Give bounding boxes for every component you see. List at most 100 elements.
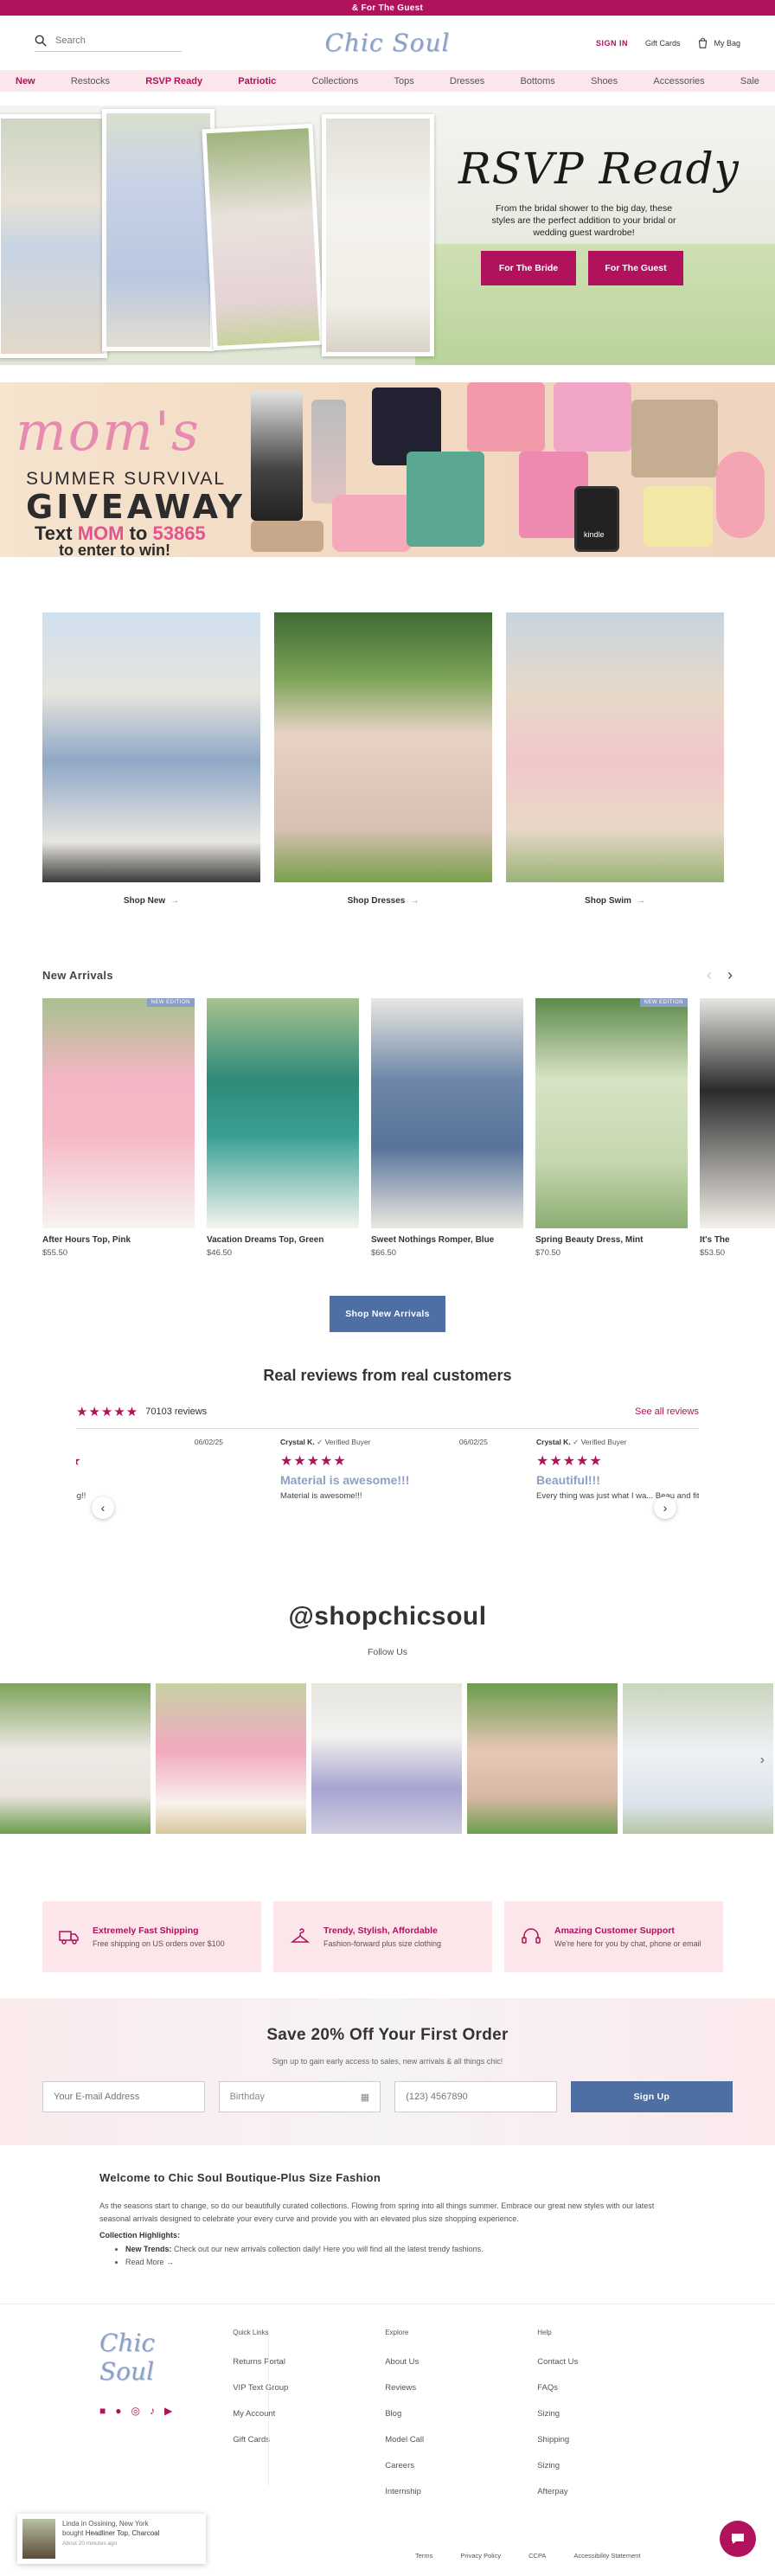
- instagram-gallery: ›: [0, 1683, 775, 1834]
- nav-item[interactable]: Patriotic: [238, 76, 276, 87]
- chevron-right-icon[interactable]: ›: [760, 1753, 765, 1768]
- chevron-left-icon[interactable]: ‹: [707, 966, 712, 984]
- category-link[interactable]: Shop Swim →: [506, 896, 724, 906]
- for-the-bride-button[interactable]: For The Bride: [481, 251, 576, 285]
- product-name[interactable]: Spring Beauty Dress, Mint: [535, 1235, 688, 1245]
- nav-item[interactable]: New: [16, 76, 35, 87]
- footer-link[interactable]: Returns Portal: [233, 2357, 385, 2367]
- footer-link[interactable]: Sizing: [537, 2409, 689, 2419]
- instagram-icon[interactable]: ◎: [131, 2405, 140, 2417]
- legal-link[interactable]: Accessibility Statement: [573, 2552, 640, 2560]
- announcement-bar[interactable]: & For The Guest: [0, 0, 775, 16]
- nav-item[interactable]: Restocks: [71, 76, 110, 87]
- footer-link[interactable]: Contact Us: [537, 2357, 689, 2367]
- category-link[interactable]: Shop Dresses →: [274, 896, 492, 906]
- instagram-photo[interactable]: [467, 1683, 618, 1834]
- category-tile[interactable]: Shop Swim →: [506, 612, 724, 906]
- birthday-field[interactable]: Birthday ▦: [218, 2081, 381, 2112]
- category-tile[interactable]: Shop Dresses →: [274, 612, 492, 906]
- footer-link[interactable]: Internship: [385, 2487, 537, 2496]
- product-card[interactable]: It's The $53.50: [700, 998, 775, 1258]
- instagram-photo[interactable]: [0, 1683, 151, 1834]
- nav-item[interactable]: RSVP Ready: [145, 76, 202, 87]
- footer-link[interactable]: Reviews: [385, 2383, 537, 2393]
- nav-item[interactable]: Accessories: [653, 76, 704, 87]
- review-stars: ★★★★★: [536, 1454, 603, 1469]
- email-field[interactable]: [42, 2081, 205, 2112]
- footer-link[interactable]: Shipping: [537, 2435, 689, 2445]
- product-image[interactable]: [371, 998, 523, 1228]
- hero-text: From the bridal shower to the big day, t…: [491, 203, 676, 238]
- giveaway-banner[interactable]: mom's SUMMER SURVIVAL GIVEAWAY Text MOM …: [0, 382, 775, 557]
- product-card[interactable]: NEW EDITION After Hours Top, Pink $55.50: [42, 998, 195, 1258]
- footer-link[interactable]: Careers: [385, 2461, 537, 2470]
- footer-link[interactable]: About Us: [385, 2357, 537, 2367]
- footer-link[interactable]: Sizing: [537, 2461, 689, 2470]
- product-name[interactable]: After Hours Top, Pink: [42, 1235, 195, 1245]
- footer-link[interactable]: FAQs: [537, 2383, 689, 2393]
- reviews-prev-button[interactable]: ‹: [92, 1496, 114, 1519]
- legal-link[interactable]: Privacy Policy: [460, 2552, 501, 2560]
- chat-button[interactable]: [720, 2521, 756, 2557]
- product-image[interactable]: [207, 998, 359, 1228]
- review-card: Crystal K. ✓ Verified Buyer ★★★★★ Beautifu…: [536, 1438, 699, 1503]
- nav-item[interactable]: Bottoms: [520, 76, 554, 87]
- instagram-photo[interactable]: [311, 1683, 462, 1834]
- footer-link[interactable]: Blog: [385, 2409, 537, 2419]
- phone-field[interactable]: [394, 2081, 557, 2112]
- hero-banner[interactable]: RSVP Ready From the bridal shower to the…: [0, 106, 775, 365]
- nav-item[interactable]: Collections: [311, 76, 358, 87]
- nav-item[interactable]: Shoes: [591, 76, 618, 87]
- shop-new-arrivals-button[interactable]: Shop New Arrivals: [330, 1296, 445, 1332]
- footer-link[interactable]: VIP Text Group: [233, 2383, 385, 2393]
- nav-item[interactable]: Dresses: [450, 76, 484, 87]
- tumbler-image: [311, 400, 346, 503]
- bag-link[interactable]: My Bag: [697, 37, 740, 48]
- instagram-handle[interactable]: @shopchicsoul: [0, 1602, 775, 1631]
- footer-link[interactable]: My Account: [233, 2409, 385, 2419]
- product-name[interactable]: It's The: [700, 1235, 775, 1245]
- sign-up-button[interactable]: Sign Up: [570, 2081, 733, 2112]
- footer-link[interactable]: Gift Cards: [233, 2435, 385, 2445]
- instagram-photo[interactable]: [623, 1683, 773, 1834]
- read-more-link[interactable]: Read More →: [125, 2256, 676, 2269]
- chevron-right-icon[interactable]: ›: [727, 966, 733, 984]
- site-logo[interactable]: Chic Soul: [324, 29, 450, 57]
- instagram-photo[interactable]: [156, 1683, 306, 1834]
- reviews-next-button[interactable]: ›: [654, 1496, 676, 1519]
- new-arrivals-header: New Arrivals ‹ ›: [0, 966, 775, 984]
- footer-link[interactable]: Afterpay: [537, 2487, 689, 2496]
- nav-item[interactable]: Tops: [394, 76, 413, 87]
- tiktok-icon[interactable]: ♪: [150, 2405, 155, 2417]
- category-tile[interactable]: Shop New →: [42, 612, 260, 906]
- product-card[interactable]: Sweet Nothings Romper, Blue $66.50: [371, 998, 523, 1258]
- legal-link[interactable]: Terms: [415, 2552, 432, 2560]
- product-image[interactable]: NEW EDITION: [535, 998, 688, 1228]
- product-card[interactable]: NEW EDITION Spring Beauty Dress, Mint $70.…: [535, 998, 688, 1258]
- reviews-summary: ★★★★★ 70103 reviews See all reviews: [76, 1404, 699, 1429]
- new-edition-badge: NEW EDITION: [146, 998, 195, 1007]
- product-name[interactable]: Sweet Nothings Romper, Blue: [371, 1235, 523, 1245]
- footer-link[interactable]: Model Call: [385, 2435, 537, 2445]
- product-image[interactable]: [700, 998, 775, 1228]
- see-all-reviews-link[interactable]: See all reviews: [635, 1407, 699, 1417]
- legal-link[interactable]: CCPA: [528, 2552, 546, 2560]
- footer-logo[interactable]: Chic Soul: [99, 2329, 172, 2386]
- search-box[interactable]: [35, 35, 182, 52]
- header-actions: SIGN IN Gift Cards My Bag: [596, 37, 740, 48]
- sign-in-link[interactable]: SIGN IN: [596, 39, 628, 48]
- youtube-icon[interactable]: ▶: [164, 2405, 172, 2417]
- gift-cards-link[interactable]: Gift Cards: [645, 39, 681, 48]
- category-link[interactable]: Shop New →: [42, 896, 260, 906]
- for-the-guest-button[interactable]: For The Guest: [588, 251, 683, 285]
- product-image[interactable]: NEW EDITION: [42, 998, 195, 1228]
- facebook-icon[interactable]: ■: [99, 2405, 106, 2417]
- blender-image: [251, 391, 303, 521]
- recent-purchase-popup[interactable]: Linda in Ossining, New York bought Headl…: [17, 2514, 206, 2564]
- search-input[interactable]: [55, 35, 168, 46]
- product-card[interactable]: Vacation Dreams Top, Green $46.50: [207, 998, 359, 1258]
- nav-item[interactable]: Sale: [740, 76, 759, 87]
- pinterest-icon[interactable]: ●: [115, 2405, 121, 2417]
- product-name[interactable]: Vacation Dreams Top, Green: [207, 1235, 359, 1245]
- arrow-right-icon: →: [410, 896, 420, 906]
